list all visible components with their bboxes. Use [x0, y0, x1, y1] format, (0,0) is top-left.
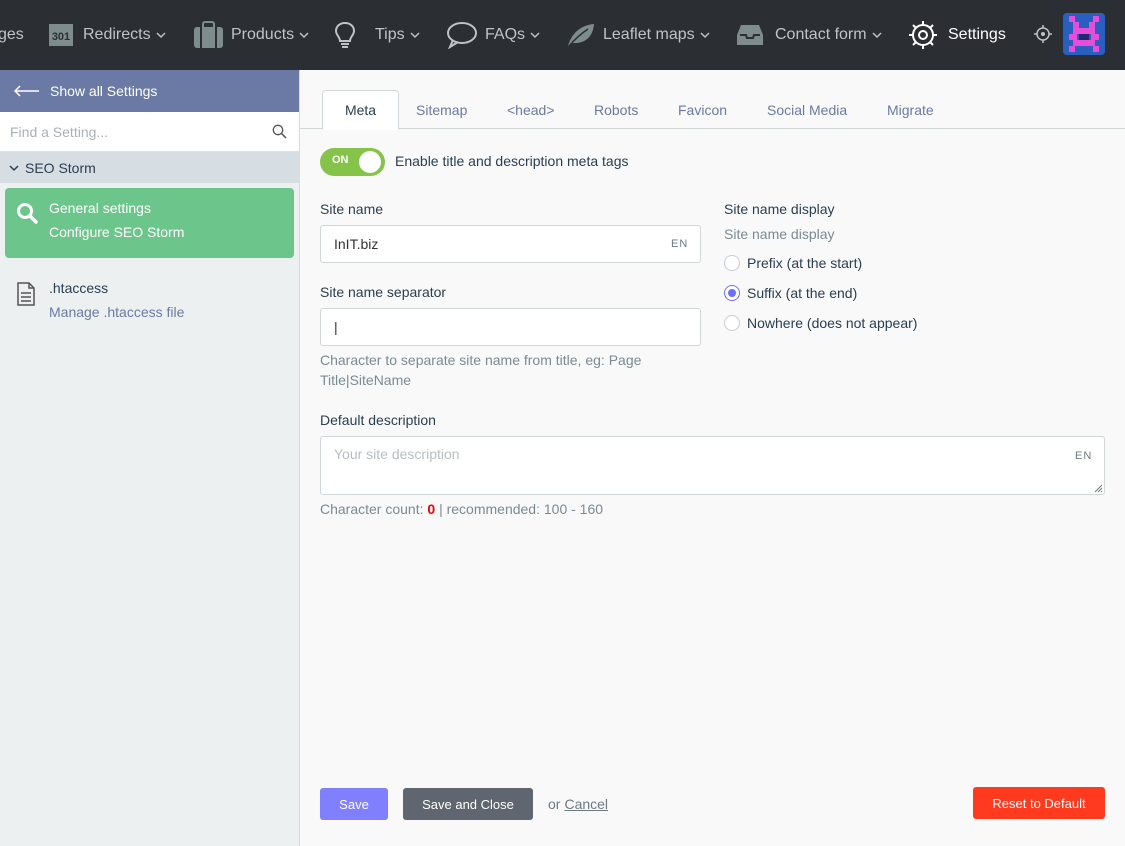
character-count: Character count: 0 | recommended: 100 - …: [320, 501, 603, 517]
sidebar-item-htaccess[interactable]: .htaccess Manage .htaccess file: [5, 268, 294, 338]
chat-bubble-icon: [446, 21, 478, 49]
separator-label: Site name separator: [320, 284, 447, 300]
show-all-label: Show all Settings: [50, 83, 158, 99]
chevron-down-icon: [871, 29, 883, 41]
site-name-field: EN: [320, 225, 701, 263]
site-name-input[interactable]: [321, 226, 700, 262]
nav-label: Settings: [948, 26, 1006, 43]
save-and-close-button[interactable]: Save and Close: [403, 788, 533, 820]
search-icon: [16, 202, 38, 227]
nav-label: Contact form: [775, 26, 867, 43]
radio-nowhere[interactable]: Nowhere (does not appear): [724, 315, 917, 331]
chevron-down-icon: [699, 29, 711, 41]
settings-search: [0, 112, 299, 152]
nav-item-pages[interactable]: ges: [0, 0, 24, 70]
chevron-down-icon: [298, 29, 310, 41]
reset-to-default-button[interactable]: Reset to Default: [973, 787, 1105, 819]
or-text: or: [548, 796, 561, 812]
sidebar-item-title: General settings: [49, 200, 151, 216]
redirect-301-icon: 301: [46, 20, 76, 50]
radio-button[interactable]: [724, 285, 740, 301]
description-textarea[interactable]: [321, 437, 1104, 494]
display-label: Site name display: [724, 201, 835, 217]
briefcase-icon: [193, 21, 224, 49]
char-count-suffix: | recommended: 100 - 160: [439, 501, 604, 517]
toggle-state: ON: [332, 154, 349, 166]
separator-help: Character to separate site name from tit…: [320, 352, 642, 388]
radio-label: Prefix (at the start): [747, 255, 863, 271]
separator-field: [320, 308, 701, 346]
search-icon[interactable]: [272, 124, 287, 142]
sidebar-item-desc: Manage .htaccess file: [49, 304, 185, 320]
nav-item-products[interactable]: Products: [193, 0, 310, 70]
separator-input[interactable]: [321, 309, 700, 345]
sidebar-item-title: .htaccess: [49, 280, 109, 296]
location-icon[interactable]: [1033, 24, 1053, 47]
cancel-link[interactable]: Cancel: [564, 796, 608, 812]
tab-favicon[interactable]: Favicon: [678, 90, 727, 129]
meta-tags-toggle[interactable]: ON: [320, 148, 385, 176]
tab-migrate[interactable]: Migrate: [887, 90, 934, 129]
language-badge[interactable]: EN: [671, 238, 688, 250]
tab-head[interactable]: <head>: [507, 90, 555, 129]
radio-label: Nowhere (does not appear): [747, 315, 918, 331]
chevron-down-icon: [529, 29, 541, 41]
gear-icon: [907, 19, 939, 51]
arrow-left-icon: [14, 85, 40, 97]
user-avatar[interactable]: [1063, 13, 1105, 55]
radio-prefix[interactable]: Prefix (at the start): [724, 255, 862, 271]
settings-tabs: Meta Sitemap <head> Robots Favicon Socia…: [300, 90, 1125, 130]
char-count-value: 0: [427, 501, 436, 517]
radio-button[interactable]: [724, 315, 740, 331]
radio-button[interactable]: [724, 255, 740, 271]
tab-social-media[interactable]: Social Media: [767, 90, 847, 129]
char-count-prefix: Character count:: [320, 501, 424, 517]
nav-item-tips[interactable]: Tips: [334, 0, 421, 70]
save-button[interactable]: Save: [320, 788, 388, 820]
nav-item-faqs[interactable]: FAQs: [446, 0, 541, 70]
tab-meta[interactable]: Meta: [322, 90, 399, 130]
nav-label: Redirects: [83, 26, 151, 43]
inbox-icon: [736, 23, 764, 47]
chevron-down-icon: [155, 29, 167, 41]
description-field: EN: [320, 436, 1105, 495]
nav-label: Tips: [375, 26, 405, 43]
nav-item-redirects[interactable]: 301 Redirects: [46, 0, 167, 70]
main-content: Meta Sitemap <head> Robots Favicon Socia…: [300, 70, 1125, 846]
tab-robots[interactable]: Robots: [594, 90, 638, 129]
radio-label: Suffix (at the end): [747, 285, 858, 301]
document-icon: [16, 282, 36, 309]
settings-search-input[interactable]: [0, 112, 260, 151]
toggle-knob: [359, 151, 381, 173]
chevron-down-icon: [409, 29, 421, 41]
sidebar-item-general-settings[interactable]: General settings Configure SEO Storm: [5, 188, 294, 258]
resize-handle-icon[interactable]: [1094, 484, 1103, 493]
tab-sitemap[interactable]: Sitemap: [416, 90, 467, 129]
radio-suffix[interactable]: Suffix (at the end): [724, 285, 857, 301]
toggle-label: Enable title and description meta tags: [395, 153, 629, 169]
svg-text:301: 301: [52, 31, 70, 43]
sidebar-item-desc: Configure SEO Storm: [49, 224, 185, 240]
display-comment: Site name display: [724, 226, 835, 242]
nav-label: ges: [0, 26, 24, 43]
nav-label: Products: [231, 26, 295, 43]
group-label: SEO Storm: [25, 159, 96, 176]
settings-sidebar: Show all Settings SEO Storm General sett…: [0, 70, 300, 846]
top-navigation: ges 301 Redirects Products Tips FAQs Lea…: [0, 0, 1125, 70]
nav-label: FAQs: [485, 26, 526, 43]
chevron-down-icon: [9, 163, 19, 173]
site-name-label: Site name: [320, 201, 384, 217]
leaf-icon: [566, 22, 596, 48]
nav-item-contact-form[interactable]: Contact form: [736, 0, 883, 70]
description-label: Default description: [320, 412, 436, 428]
nav-item-settings[interactable]: Settings: [907, 0, 1006, 70]
or-cancel: or Cancel: [548, 796, 608, 812]
language-badge[interactable]: EN: [1075, 450, 1092, 462]
lightbulb-icon: [334, 21, 356, 49]
show-all-settings-link[interactable]: Show all Settings: [0, 70, 299, 112]
nav-label: Leaflet maps: [603, 26, 695, 43]
nav-item-leaflet-maps[interactable]: Leaflet maps: [566, 0, 711, 70]
settings-group-seo-storm[interactable]: SEO Storm: [0, 152, 299, 183]
